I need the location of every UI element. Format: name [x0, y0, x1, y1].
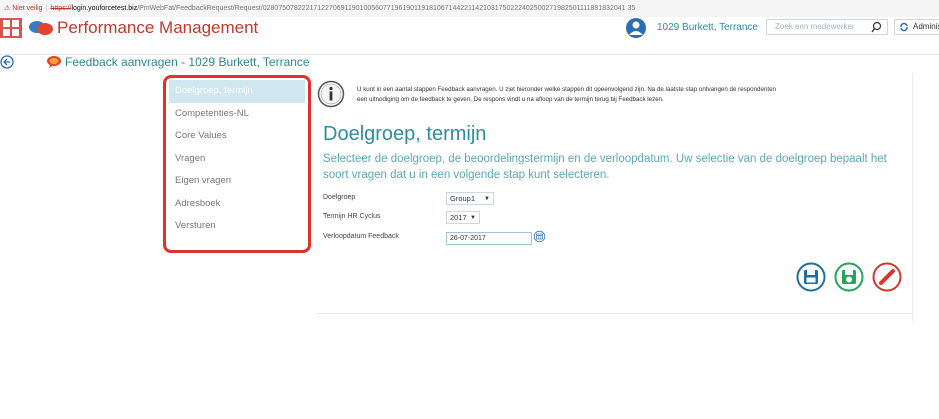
termijn-label: Termijn HR Cyclus: [323, 213, 381, 220]
url-path: /PmWebFat/FeedbackRequest/Request/028075…: [137, 5, 636, 12]
save-icon[interactable]: [796, 262, 826, 292]
info-text: U kunt in een aantal stappen Feedback aa…: [357, 86, 776, 103]
section-heading: Doelgroep, termijn: [323, 123, 487, 145]
nav-item-doelgroep-termijn[interactable]: Doelgroep, termijn: [169, 80, 305, 103]
performance-logo-icon: [29, 21, 53, 35]
doelgroep-value: Group1: [450, 194, 476, 203]
cancel-icon[interactable]: [872, 262, 902, 292]
doelgroep-label: Doelgroep: [323, 194, 356, 201]
verloopdatum-label: Verloopdatum Feedback: [323, 233, 399, 240]
nav-item-versturen[interactable]: Versturen: [166, 215, 308, 238]
user-avatar-icon[interactable]: [626, 18, 646, 38]
nav-item-eigen-vragen[interactable]: Eigen vragen: [166, 170, 308, 193]
security-warning-label: Niet veilig: [12, 5, 43, 12]
doelgroep-select[interactable]: Group1 ▼: [446, 192, 494, 205]
administration-label: Administ: [913, 22, 939, 31]
apps-grid-icon[interactable]: [0, 18, 22, 38]
save-next-icon[interactable]: [834, 262, 864, 292]
app-header: Performance Management 1029 Burkett, Ter…: [0, 17, 939, 55]
nav-item-competenties[interactable]: Competenties-NL: [166, 103, 308, 126]
info-icon: [317, 80, 345, 108]
section-lead: Selecteer de doelgroep, de beoordelingst…: [323, 153, 887, 181]
employee-search-input[interactable]: Zoek een medewerker: [766, 19, 888, 35]
nav-item-adresboek[interactable]: Adresboek: [166, 193, 308, 216]
chevron-down-icon: ▼: [470, 215, 476, 221]
back-arrow-icon[interactable]: [0, 55, 14, 69]
feedback-speech-icon: [47, 56, 61, 68]
url-host: login.youforcetest.biz: [71, 5, 138, 12]
chevron-down-icon: ▼: [484, 196, 490, 202]
search-placeholder: Zoek een medewerker: [775, 22, 855, 31]
administration-button[interactable]: Administ: [894, 19, 939, 35]
termijn-select[interactable]: 2017 ▼: [446, 211, 480, 224]
content-right-border: [912, 73, 913, 321]
url-protocol: https://: [50, 5, 72, 12]
termijn-value: 2017: [450, 213, 467, 222]
wizard-steps-nav: Doelgroep, termijn Competenties-NL Core …: [163, 75, 311, 253]
refresh-icon: [900, 22, 908, 32]
browser-address-bar[interactable]: ⚠ Niet veilig | https://login.youforcetest…: [0, 0, 939, 18]
user-name[interactable]: 1029 Burkett, Terrance: [657, 22, 758, 33]
page-title: Feedback aanvragen - 1029 Burkett, Terra…: [65, 55, 310, 69]
verloopdatum-input[interactable]: 26-07-2017: [446, 232, 532, 245]
app-title: Performance Management: [57, 18, 259, 37]
calendar-icon[interactable]: [534, 231, 545, 242]
search-icon[interactable]: [871, 21, 882, 33]
nav-item-core-values[interactable]: Core Values: [166, 125, 308, 148]
content-divider: [316, 313, 912, 314]
security-warning[interactable]: ⚠ Niet veilig: [4, 5, 43, 12]
address-separator: |: [45, 5, 48, 12]
nav-item-vragen[interactable]: Vragen: [166, 148, 308, 171]
